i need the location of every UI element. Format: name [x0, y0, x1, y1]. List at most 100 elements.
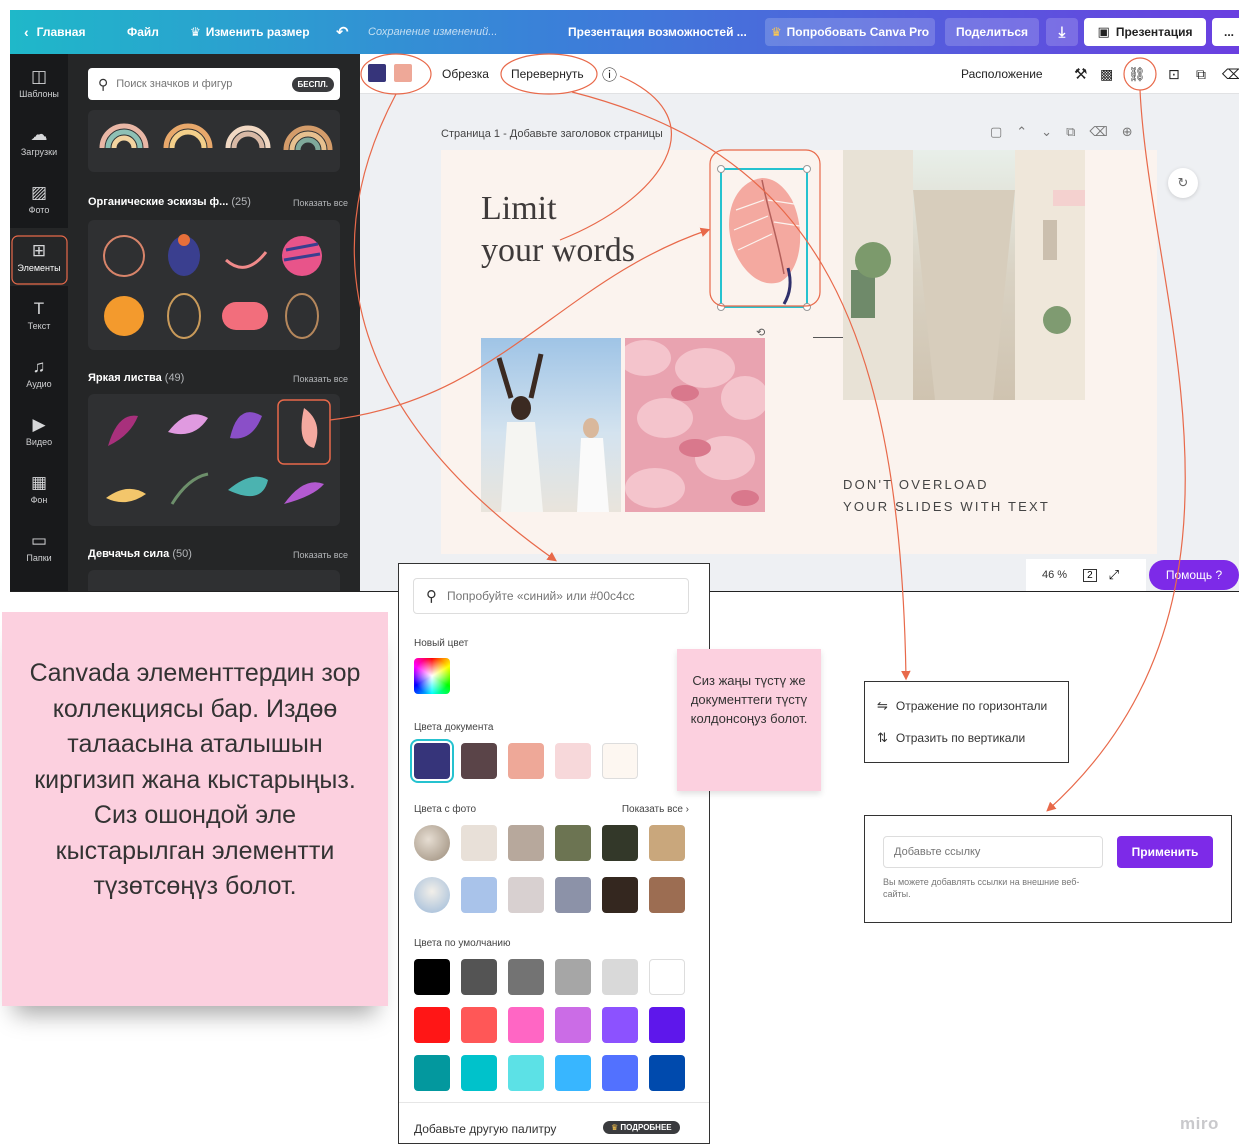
rail-templates[interactable]: ◫ Шаблоны [10, 54, 68, 112]
document-color-swatch[interactable] [555, 743, 591, 779]
petals-photo[interactable] [619, 338, 769, 512]
default-color-swatch[interactable] [461, 959, 497, 995]
slide-caption[interactable]: DON'T OVERLOAD YOUR SLIDES WITH TEXT [843, 474, 1050, 518]
default-color-swatch[interactable] [461, 1007, 497, 1043]
document-color-swatch[interactable] [461, 743, 497, 779]
document-color-swatch[interactable] [602, 743, 638, 779]
paint-format-icon[interactable]: ⚒ [1074, 54, 1087, 94]
rainbow-thumbnails[interactable] [88, 110, 340, 172]
default-color-swatch[interactable] [461, 1055, 497, 1091]
new-color-button[interactable] [414, 658, 450, 694]
photo-color-swatch[interactable] [461, 877, 497, 913]
flip-vertical-option[interactable]: ⇅ Отразить по вертикали [877, 730, 1025, 746]
rail-video[interactable]: ▶ Видео [10, 402, 68, 460]
selected-leaf-element[interactable] [717, 165, 811, 311]
try-pro-button[interactable]: ♛ Попробовать Canva Pro [765, 18, 935, 46]
show-all-photo-colors[interactable]: Показать все › [622, 804, 689, 815]
undo-icon[interactable]: ↶ [336, 10, 349, 54]
color-search-input[interactable] [447, 589, 677, 603]
street-photo-thumb[interactable] [414, 825, 450, 861]
foliage-thumbnails[interactable] [88, 394, 340, 526]
rail-folders[interactable]: ▭ Папки [10, 518, 68, 576]
document-title[interactable]: Презентация возможностей ... [568, 10, 747, 54]
resize-handle[interactable] [717, 165, 725, 173]
photo-color-swatch[interactable] [508, 877, 544, 913]
girl-power-grid[interactable] [88, 570, 340, 591]
file-menu[interactable]: Файл [127, 10, 159, 54]
slide[interactable]: Limit your words ⟲ DON'T OVERLOAD YOUR S… [441, 150, 1157, 554]
rail-text[interactable]: T Текст [10, 286, 68, 344]
default-color-swatch[interactable] [602, 1007, 638, 1043]
slide-title[interactable]: Limit your words [481, 188, 635, 272]
refresh-icon[interactable]: ↻ [1168, 168, 1198, 198]
photo-color-swatch[interactable] [461, 825, 497, 861]
show-all-link[interactable]: Показать все [293, 550, 348, 560]
rail-background[interactable]: ▦ Фон [10, 460, 68, 518]
document-color-swatch[interactable] [508, 743, 544, 779]
default-color-swatch[interactable] [508, 959, 544, 995]
show-all-link[interactable]: Показать все [293, 374, 348, 384]
photo-color-swatch[interactable] [649, 825, 685, 861]
photo-color-swatch[interactable] [602, 877, 638, 913]
link-icon[interactable]: ⛓ [1128, 54, 1146, 94]
photo-color-swatch[interactable] [555, 825, 591, 861]
show-all-link[interactable]: Показать все [293, 198, 348, 208]
default-color-swatch[interactable] [414, 1007, 450, 1043]
present-button[interactable]: ▣ Презентация [1084, 18, 1206, 46]
panel-search[interactable]: ⚲ БЕСПЛ. [88, 68, 340, 100]
flip-button[interactable]: Перевернуть [511, 54, 584, 94]
default-color-swatch[interactable] [414, 959, 450, 995]
page-tools[interactable]: ▢⌃⌄⧉⌫⊕ [990, 124, 1147, 140]
default-color-swatch[interactable] [602, 959, 638, 995]
default-color-swatch[interactable] [555, 1007, 591, 1043]
duplicate-icon[interactable]: ⧉ [1196, 54, 1206, 94]
default-color-swatch[interactable] [508, 1007, 544, 1043]
default-color-swatch[interactable] [414, 1055, 450, 1091]
woman-photo[interactable] [481, 338, 621, 512]
rail-photos[interactable]: ▨ Фото [10, 170, 68, 228]
rail-elements[interactable]: ⊞ Элементы [10, 228, 68, 286]
page-count-button[interactable]: 2 [1083, 568, 1097, 582]
link-input[interactable] [883, 836, 1103, 868]
download-icon[interactable]: ⤓ [1046, 18, 1078, 46]
more-button[interactable]: ... [1212, 18, 1239, 46]
default-color-swatch[interactable] [649, 1007, 685, 1043]
position-button[interactable]: Расположение [961, 54, 1043, 94]
info-icon[interactable]: ⓘ [602, 54, 617, 94]
flip-horizontal-option[interactable]: ⇋ Отражение по горизонтали [877, 698, 1047, 714]
home-button[interactable]: ‹ Главная [24, 10, 85, 54]
resize-handle[interactable] [803, 165, 811, 173]
default-color-swatch[interactable] [649, 959, 685, 995]
default-color-swatch[interactable] [602, 1055, 638, 1091]
crop-button[interactable]: Обрезка [442, 54, 489, 94]
photo-color-swatch[interactable] [508, 825, 544, 861]
color-search[interactable]: ⚲ [413, 578, 689, 614]
default-color-swatch[interactable] [555, 959, 591, 995]
share-button[interactable]: Поделиться [945, 18, 1039, 46]
resize-handle[interactable] [803, 303, 811, 311]
color-swatch-peach[interactable] [394, 64, 412, 82]
woman-photo-thumb[interactable] [414, 877, 450, 913]
photo-color-swatch[interactable] [555, 877, 591, 913]
resize-handle[interactable] [717, 303, 725, 311]
photo-color-swatch[interactable] [602, 825, 638, 861]
rail-audio[interactable]: ♫ Аудио [10, 344, 68, 402]
street-photo[interactable] [843, 150, 1113, 400]
zoom-level[interactable]: 46 % [1042, 569, 1067, 581]
default-color-swatch[interactable] [508, 1055, 544, 1091]
photo-color-swatch[interactable] [649, 877, 685, 913]
apply-button[interactable]: Применить [1117, 836, 1213, 868]
default-color-swatch[interactable] [555, 1055, 591, 1091]
default-color-swatch[interactable] [649, 1055, 685, 1091]
color-swatch-navy[interactable] [368, 64, 386, 82]
document-color-swatch[interactable] [414, 743, 450, 779]
rail-uploads[interactable]: ☁ Загрузки [10, 112, 68, 170]
resize-button[interactable]: ♛ Изменить размер [190, 10, 310, 54]
fullscreen-icon[interactable]: ⤢ [1109, 567, 1119, 583]
transparency-icon[interactable]: ▩ [1100, 54, 1113, 94]
help-button[interactable]: Помощь ? [1149, 560, 1239, 590]
organic-thumbnails[interactable] [88, 220, 340, 350]
trash-icon[interactable]: ⌫ [1222, 54, 1239, 94]
lock-icon[interactable]: ⊡ [1168, 54, 1180, 94]
page-label[interactable]: Страница 1 - Добавьте заголовок страницы [441, 128, 663, 140]
